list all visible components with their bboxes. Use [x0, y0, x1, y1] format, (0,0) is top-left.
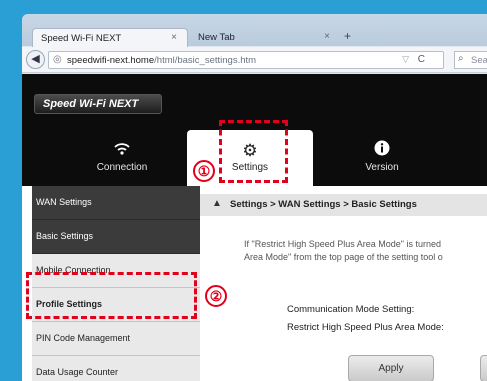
- info-icon: [322, 140, 442, 162]
- sidebar-item-wan-settings[interactable]: WAN Settings: [32, 186, 200, 220]
- annotation-marker-2: ②: [205, 285, 227, 307]
- search-placeholder: Sea: [471, 55, 487, 66]
- sidebar-item-pin-code-management[interactable]: PIN Code Management: [32, 322, 200, 356]
- new-tab-button[interactable]: +: [344, 29, 351, 43]
- main-content: ▲ Settings > WAN Settings > Basic Settin…: [200, 186, 487, 381]
- annotation-marker-1: ①: [193, 160, 215, 182]
- menu-label: Version: [365, 162, 399, 173]
- tab-title: New Tab: [198, 32, 235, 43]
- wifi-icon: [72, 140, 172, 162]
- annotation-box-settings: [219, 120, 288, 183]
- menu-version[interactable]: Version: [322, 130, 442, 186]
- warning-icon: ▲: [212, 198, 222, 209]
- tab-speed-wifi-next[interactable]: Speed Wi-Fi NEXT ×: [32, 28, 188, 48]
- communication-mode-label: Communication Mode Setting:: [287, 304, 415, 315]
- tab-title: Speed Wi-Fi NEXT: [41, 33, 122, 44]
- info-line: Area Mode" from the top page of the sett…: [244, 252, 443, 262]
- brand-logo: Speed Wi-Fi NEXT: [34, 94, 162, 114]
- annotation-box-profile-settings: [26, 272, 197, 319]
- breadcrumb: ▲ Settings > WAN Settings > Basic Settin…: [200, 194, 487, 216]
- address-bar[interactable]: ◎ speedwifi-next.home/html/basic_setting…: [48, 51, 444, 69]
- search-icon: ⌕: [458, 53, 464, 64]
- breadcrumb-text: Settings > WAN Settings > Basic Settings: [230, 199, 417, 210]
- info-text: If "Restrict High Speed Plus Area Mode" …: [244, 238, 487, 264]
- secondary-button[interactable]: [480, 355, 487, 381]
- url-host: speedwifi-next.home: [67, 55, 155, 66]
- navigation-bar: ◀ ◎ speedwifi-next.home/html/basic_setti…: [22, 47, 487, 73]
- restrict-mode-label: Restrict High Speed Plus Area Mode:: [287, 322, 444, 333]
- chevron-down-icon[interactable]: ▽: [402, 54, 409, 65]
- search-input[interactable]: ⌕ Sea: [454, 51, 487, 69]
- sidebar-item-data-usage-counter[interactable]: Data Usage Counter: [32, 356, 200, 381]
- menu-label: Connection: [96, 162, 148, 173]
- reload-icon[interactable]: C: [418, 54, 425, 65]
- menu-connection[interactable]: Connection: [72, 130, 172, 186]
- globe-icon: ◎: [53, 54, 62, 65]
- url-path: /html/basic_settings.htm: [154, 55, 257, 66]
- info-line: If "Restrict High Speed Plus Area Mode" …: [244, 239, 441, 249]
- sidebar-item-basic-settings[interactable]: Basic Settings: [32, 220, 200, 254]
- close-icon[interactable]: ×: [171, 32, 177, 43]
- tab-strip: Speed Wi-Fi NEXT × New Tab × +: [22, 14, 487, 48]
- close-icon[interactable]: ×: [324, 31, 330, 42]
- apply-button[interactable]: Apply: [348, 355, 434, 381]
- back-button[interactable]: ◀: [26, 50, 45, 69]
- tab-new-tab[interactable]: New Tab ×: [190, 28, 340, 48]
- browser-window: Speed Wi-Fi NEXT × New Tab × + ◀ ◎ speed…: [22, 14, 487, 381]
